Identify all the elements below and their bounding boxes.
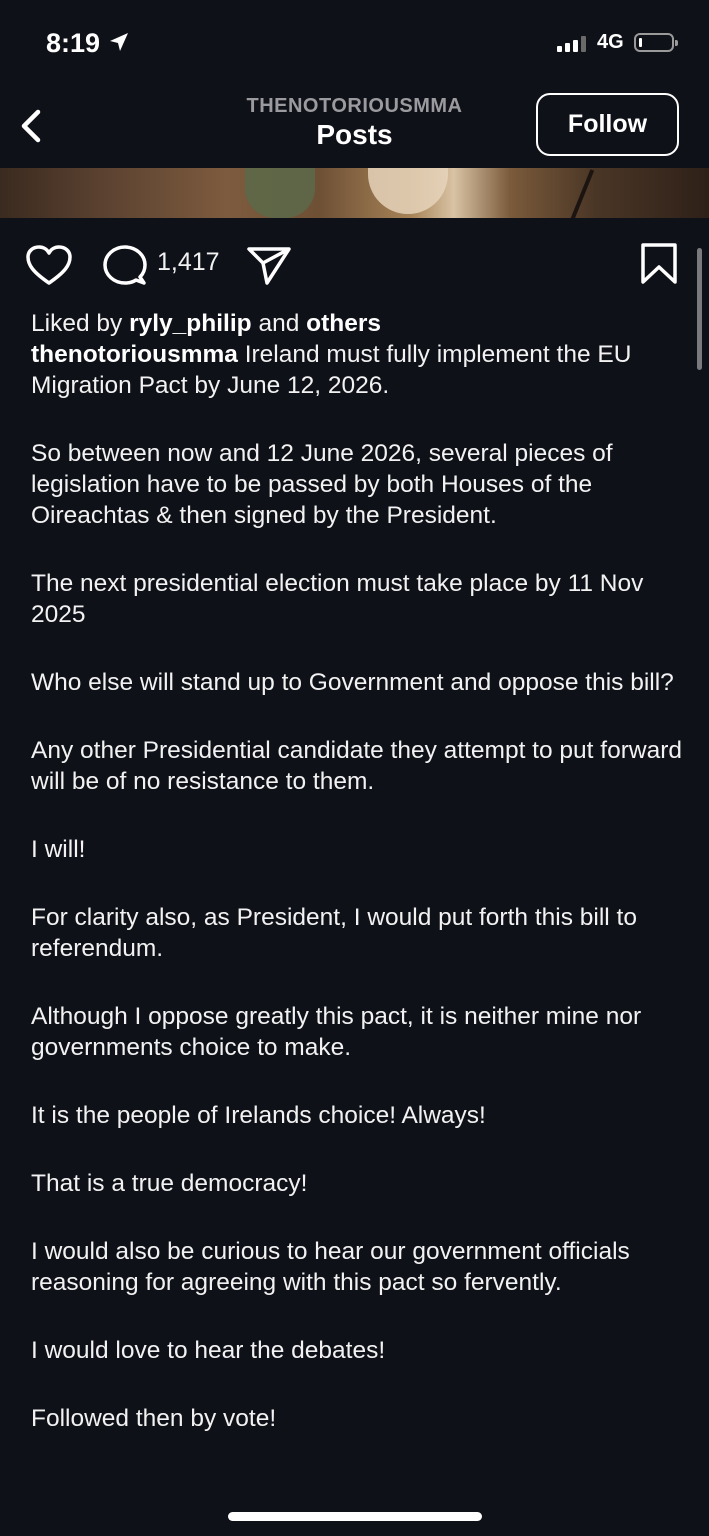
caption-paragraph: For clarity also, as President, I would … [31,904,637,962]
network-type: 4G [597,31,624,53]
heart-icon[interactable] [25,244,73,293]
battery-icon [634,33,678,52]
status-time: 8:19 [46,28,101,58]
caption-paragraph: Any other Presidential candidate they at… [31,737,682,795]
comment-icon[interactable] [102,244,148,293]
location-arrow-icon [108,31,130,58]
post-image[interactable] [0,168,709,218]
liked-by-line: Liked by ryly_philip and others [31,310,382,337]
caption-paragraph: I would also be curious to hear our gove… [31,1238,630,1296]
caption-paragraph: Who else will stand up to Government and… [31,669,674,696]
follow-button[interactable]: Follow [536,93,679,156]
caption-paragraph: I will! [31,836,86,863]
caption-author[interactable]: thenotoriousmma [31,341,238,368]
signal-icon [557,36,586,52]
caption-paragraph: thenotoriousmma Ireland must fully imple… [31,341,632,399]
caption-paragraph: That is a true democracy! [31,1170,308,1197]
post-actions: 1,417 [0,238,709,290]
home-indicator[interactable] [228,1512,482,1521]
nav-bar: THENOTORIOUSMMA Posts Follow [0,84,709,168]
post-caption: Liked by ryly_philip and others thenotor… [31,308,683,1471]
caption-paragraph: It is the people of Irelands choice! Alw… [31,1102,486,1129]
comment-count: 1,417 [157,248,220,276]
caption-paragraph: The next presidential election must take… [31,570,644,628]
caption-paragraph: So between now and 12 June 2026, several… [31,440,613,529]
bookmark-icon[interactable] [640,242,678,291]
caption-paragraph: Although I oppose greatly this pact, it … [31,1003,642,1061]
send-icon[interactable] [245,244,293,293]
caption-paragraph: I would love to hear the debates! [31,1337,386,1364]
caption-paragraph: Followed then by vote! [31,1405,277,1432]
liked-by-others[interactable]: others [306,310,381,337]
status-bar: 8:19 4G [0,0,709,84]
liked-by-user[interactable]: ryly_philip [129,310,252,337]
scrollbar[interactable] [697,248,702,370]
